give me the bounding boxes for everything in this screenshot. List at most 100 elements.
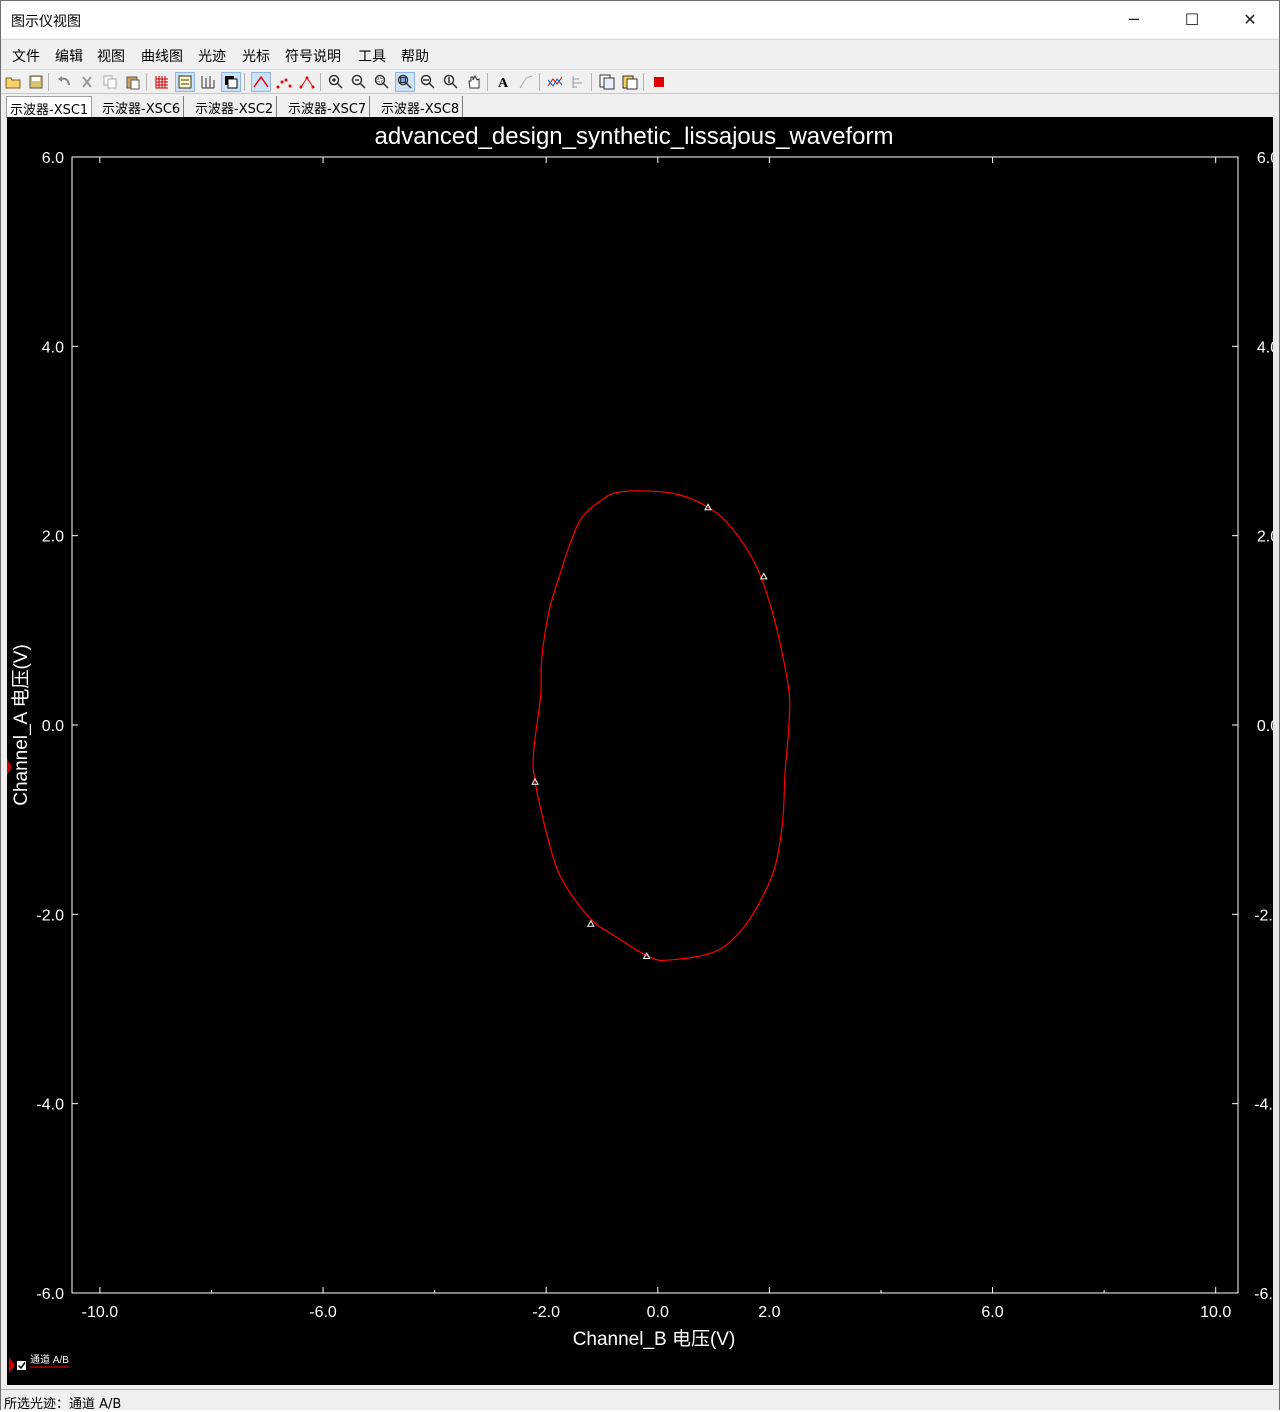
copy-graph-icon	[599, 74, 615, 90]
zoom-full-icon	[397, 74, 412, 89]
menu-help[interactable]: 帮助	[401, 46, 429, 66]
trace-channel-a-b[interactable]	[532, 490, 791, 962]
tab-xsc7[interactable]: 示波器-XSC7	[285, 96, 371, 118]
open-icon	[5, 77, 21, 89]
save-button[interactable]	[26, 72, 46, 92]
status-text: 所选光迹：通道 A/B	[4, 1397, 122, 1412]
cursor-button[interactable]	[198, 72, 218, 92]
plot-frame	[71, 156, 1239, 1294]
pan-icon	[468, 74, 480, 89]
y-tick-label-right: -6.0	[1254, 1286, 1273, 1303]
y-tick-label: -6.0	[36, 1286, 64, 1303]
save-icon	[29, 75, 43, 89]
menu-legend[interactable]: 符号说明	[285, 46, 341, 66]
copy-button[interactable]	[100, 72, 120, 92]
maximize-icon: ☐	[1184, 10, 1200, 29]
legend-label: 通道 A/B	[30, 1353, 69, 1366]
zoom-y-button[interactable]	[441, 72, 461, 92]
x-tick-label: -2.0	[532, 1304, 560, 1321]
x-tick-label: -6.0	[309, 1304, 337, 1321]
y-tick-label-right: -2.0	[1254, 907, 1273, 924]
cut-button[interactable]	[77, 72, 97, 92]
tab-xsc6[interactable]: 示波器-XSC6	[99, 96, 185, 118]
cut-icon	[82, 76, 92, 88]
paste-icon	[126, 76, 140, 90]
lissajous-plot[interactable]: advanced_design_synthetic_lissajous_wave…	[7, 117, 1280, 1385]
grid-icon	[155, 76, 168, 89]
dots-trace-button[interactable]	[274, 72, 294, 92]
line-trace-icon	[253, 75, 269, 88]
copy-icon	[103, 75, 117, 89]
toolbar: A	[1, 69, 1279, 93]
dots-trace-icon	[276, 78, 292, 89]
menu-graph[interactable]: 曲线图	[141, 46, 183, 66]
undo-button[interactable]	[54, 72, 74, 92]
overlay-icon	[547, 76, 563, 87]
legend-button[interactable]	[175, 72, 195, 92]
tab-xsc1[interactable]: 示波器-XSC1	[6, 96, 93, 118]
y-tick-label: -2.0	[36, 907, 64, 924]
copy-graph-button[interactable]	[597, 72, 617, 92]
vertical-scrollbar[interactable]	[1273, 117, 1279, 1385]
minimize-button[interactable]: ─	[1105, 1, 1163, 38]
line-dots-trace-icon	[299, 76, 315, 89]
zoom-x-icon	[420, 74, 435, 89]
legend-icon	[178, 75, 192, 89]
y-tick-label-right: -4.0	[1254, 1097, 1273, 1114]
y-tick-label: 0.0	[42, 718, 64, 735]
zoom-x-button[interactable]	[418, 72, 438, 92]
graph-area[interactable]: advanced_design_synthetic_lissajous_wave…	[7, 117, 1280, 1385]
maximize-button[interactable]: ☐	[1163, 1, 1221, 38]
y-tick-label: 2.0	[42, 529, 64, 546]
zoom-area-button[interactable]	[372, 72, 392, 92]
overlay-button[interactable]	[545, 72, 565, 92]
minimize-icon: ─	[1129, 10, 1139, 29]
text-icon: A	[498, 76, 509, 90]
invert-button[interactable]	[221, 72, 241, 92]
status-bar: 所选光迹：通道 A/B	[1, 1389, 1279, 1412]
x-tick-label: -10.0	[82, 1304, 119, 1321]
menu-tools[interactable]: 工具	[358, 46, 386, 66]
zoom-full-button[interactable]	[395, 72, 415, 92]
stop-icon	[654, 77, 664, 87]
cursor-icon	[201, 76, 215, 89]
chart-title: advanced_design_synthetic_lissajous_wave…	[375, 123, 894, 150]
menu-edit[interactable]: 编辑	[55, 46, 83, 66]
svg-text:A: A	[498, 76, 509, 90]
line-trace-button[interactable]	[251, 72, 271, 92]
zoom-out-icon	[351, 74, 366, 89]
label-button[interactable]	[516, 72, 536, 92]
tab-xsc2[interactable]: 示波器-XSC2	[192, 96, 278, 118]
trace-marker	[759, 572, 768, 580]
text-button[interactable]: A	[493, 72, 513, 92]
y-tick-label: -4.0	[36, 1097, 64, 1114]
menu-trace[interactable]: 光迹	[198, 46, 226, 66]
menu-view[interactable]: 视图	[97, 46, 125, 66]
stop-button[interactable]	[649, 72, 669, 92]
pan-button[interactable]	[464, 72, 484, 92]
paste-button[interactable]	[123, 72, 143, 92]
y-tick-label: 4.0	[42, 339, 64, 356]
zoom-out-button[interactable]	[349, 72, 369, 92]
y-tick-label-right: 4.0	[1257, 339, 1273, 356]
invert-icon	[225, 76, 238, 89]
tab-bar: 示波器-XSC1 示波器-XSC6 示波器-XSC2 示波器-XSC7 示波器-…	[1, 93, 1279, 118]
menu-bar: 文件 编辑 视图 曲线图 光迹 光标 符号说明 工具 帮助	[1, 39, 1279, 68]
y-tick-label-right: 2.0	[1257, 529, 1273, 546]
zoom-in-button[interactable]	[326, 72, 346, 92]
x-tick-label: 2.0	[758, 1304, 780, 1321]
x-tick-label: 0.0	[647, 1304, 669, 1321]
menu-file[interactable]: 文件	[12, 46, 40, 66]
close-button[interactable]: ✕	[1221, 1, 1279, 38]
grid-button[interactable]	[152, 72, 172, 92]
x-tick-label: 10.0	[1200, 1304, 1231, 1321]
tab-xsc8[interactable]: 示波器-XSC8	[378, 96, 464, 118]
open-button[interactable]	[3, 72, 23, 92]
paste-graph-button[interactable]	[620, 72, 640, 92]
menu-cursor[interactable]: 光标	[242, 46, 270, 66]
label-icon	[519, 75, 533, 89]
title-bar: 图示仪视图 ─ ☐ ✕	[1, 1, 1279, 38]
line-dots-trace-button[interactable]	[297, 72, 317, 92]
export-button[interactable]	[568, 72, 588, 92]
zoom-area-icon	[374, 74, 389, 89]
